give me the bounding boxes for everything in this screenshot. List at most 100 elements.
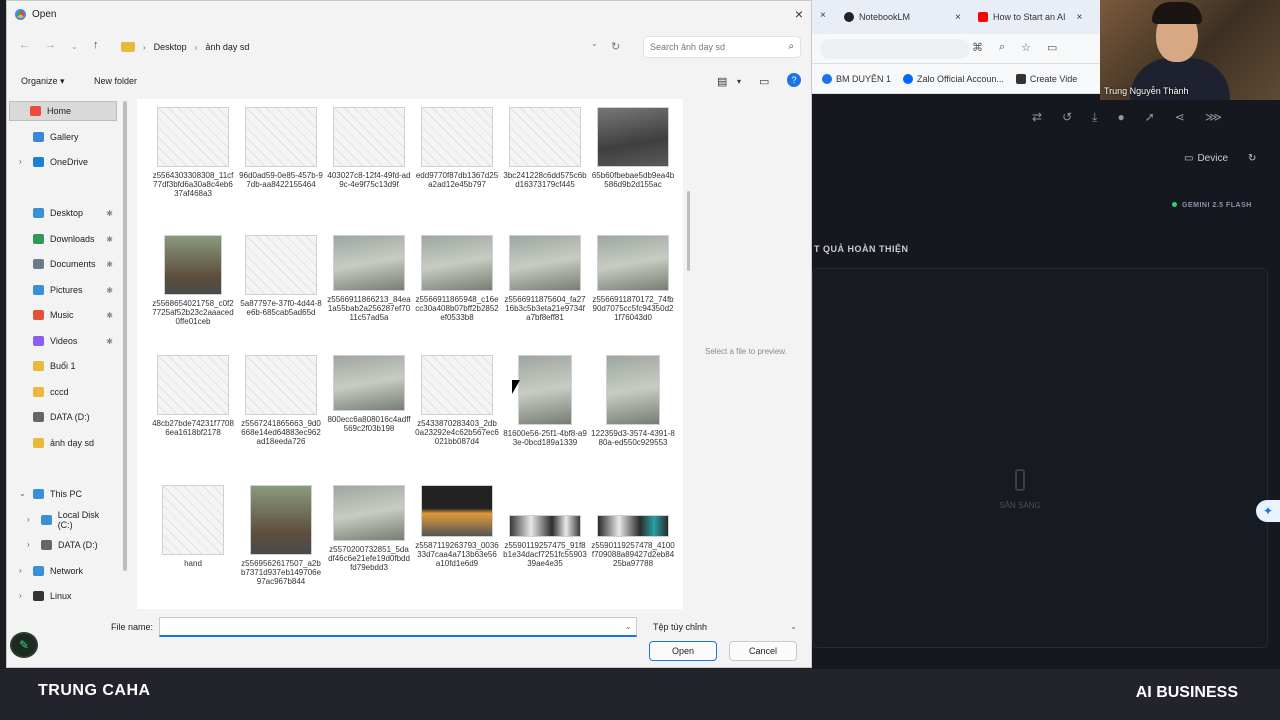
- url-field[interactable]: [820, 39, 970, 59]
- breadcrumb-desktop[interactable]: Desktop: [154, 42, 187, 52]
- recent-dropdown-icon[interactable]: ⌄: [71, 42, 78, 51]
- sidebar-item-3[interactable]: OneDrive: [33, 152, 115, 172]
- translate-icon[interactable]: ⌘: [972, 41, 983, 54]
- settings-icon[interactable]: ⋙: [1205, 110, 1222, 125]
- file-item[interactable]: 122359d3-3574-4391-880a-ed550c929553: [591, 355, 675, 447]
- file-name-input[interactable]: [159, 617, 637, 637]
- file-list-scrollbar[interactable]: [687, 191, 690, 271]
- file-type-select[interactable]: Tệp tùy chỉnh ⌄: [647, 617, 803, 637]
- sidebar-item-10[interactable]: Buổi 1: [33, 356, 115, 376]
- tab-close-icon[interactable]: ×: [820, 10, 826, 21]
- pin-icon[interactable]: ✱: [106, 235, 113, 244]
- file-item[interactable]: 5a87797e-37f0-4d44-8e6b-685cab5ad65d: [239, 235, 323, 317]
- bookmark-item[interactable]: BM DUYÊN 1: [822, 73, 891, 84]
- pin-icon[interactable]: ✱: [106, 209, 113, 218]
- chevron-down-icon[interactable]: ⌄: [591, 39, 598, 48]
- extension-icon[interactable]: ▭: [1047, 41, 1057, 54]
- sidebar-item-1[interactable]: Home: [9, 101, 117, 121]
- github-icon[interactable]: ●: [1117, 110, 1124, 125]
- sidebar-scrollbar[interactable]: [123, 101, 127, 571]
- file-item[interactable]: 48cb27bde74231f77086ea1618bf2178: [151, 355, 235, 437]
- chevron-down-icon[interactable]: ▾: [737, 77, 741, 86]
- pin-icon[interactable]: ✱: [106, 311, 113, 320]
- share-alt-icon[interactable]: ⋖: [1175, 110, 1185, 125]
- help-icon[interactable]: ?: [787, 73, 801, 87]
- file-item[interactable]: z5569562617507_a2bb7371d937eb149706e97ac…: [239, 485, 323, 586]
- breadcrumb-current[interactable]: ảnh dạy sd: [205, 42, 249, 52]
- file-item[interactable]: 3bc241228c6dd575c6bd16373179cf445: [503, 107, 587, 189]
- expand-chevron-icon[interactable]: ›: [19, 566, 22, 575]
- sidebar-item-8[interactable]: Music ✱: [33, 305, 115, 325]
- rocket-icon[interactable]: ➚: [1145, 110, 1155, 125]
- sidebar-item-16[interactable]: DATA (D:): [41, 535, 115, 555]
- expand-chevron-icon[interactable]: ›: [27, 540, 30, 549]
- tab-close-icon[interactable]: ×: [955, 12, 961, 23]
- file-item[interactable]: hand: [151, 485, 235, 568]
- share-icon[interactable]: ⇄: [1032, 110, 1042, 125]
- file-item[interactable]: edd9770f87db1367d25a2ad12e45b797: [415, 107, 499, 189]
- pin-icon[interactable]: ✱: [106, 286, 113, 295]
- tab-notebooklm[interactable]: NotebookLM ×: [838, 6, 967, 28]
- sidebar-item-6[interactable]: Documents ✱: [33, 254, 115, 274]
- file-item[interactable]: 403027c8-12f4-49fd-ad9c-4e9f75c13d9f: [327, 107, 411, 189]
- file-item[interactable]: 65b60fbebae5db9ea4b586d9b2d155ac: [591, 107, 675, 189]
- expand-chevron-icon[interactable]: ›: [19, 157, 22, 166]
- bookmark-item[interactable]: Create Vide: [1015, 73, 1077, 84]
- history-icon[interactable]: ↺: [1062, 110, 1072, 125]
- chevron-down-icon[interactable]: ⌄: [625, 622, 632, 631]
- expand-chevron-icon[interactable]: ⌄: [19, 489, 26, 498]
- cancel-button[interactable]: Cancel: [729, 641, 797, 661]
- sidebar-item-5[interactable]: Downloads ✱: [33, 229, 115, 249]
- expand-chevron-icon[interactable]: ›: [19, 591, 22, 600]
- sidebar-item-7[interactable]: Pictures ✱: [33, 280, 115, 300]
- pin-icon[interactable]: ✱: [106, 260, 113, 269]
- up-icon[interactable]: ↑: [93, 39, 99, 51]
- refresh-icon[interactable]: ↻: [1248, 153, 1256, 164]
- sidebar-item-15[interactable]: Local Disk (C:): [41, 510, 115, 530]
- sidebar-item-12[interactable]: DATA (D:): [33, 407, 115, 427]
- file-item[interactable]: z5590119257475_91f8b1e34dacf7251fc559033…: [503, 485, 587, 568]
- new-folder-button[interactable]: New folder: [94, 76, 137, 86]
- close-icon[interactable]: ×: [795, 6, 803, 22]
- sidebar-item-17[interactable]: Network: [33, 561, 115, 581]
- file-item[interactable]: z5568654021758_c0f27725af52b23c2aaaced0f…: [151, 235, 235, 326]
- view-options-icon[interactable]: ▤: [717, 75, 727, 88]
- tab-youtube[interactable]: How to Start an AI ×: [972, 6, 1088, 28]
- file-item[interactable]: z5590119257478_4100f709088a89427d2eb8425…: [591, 485, 675, 568]
- assistant-icon[interactable]: ✦: [1256, 500, 1280, 522]
- refresh-icon[interactable]: ↻: [611, 40, 620, 53]
- file-item[interactable]: z5564303308308_11cf77df3bfd6a30a8c4eb637…: [151, 107, 235, 198]
- expand-chevron-icon[interactable]: ›: [27, 515, 30, 524]
- tab-close-icon[interactable]: ×: [1077, 12, 1083, 23]
- address-breadcrumb[interactable]: › Desktop › ảnh dạy sd ⌄: [121, 36, 603, 58]
- file-item[interactable]: z5433870283403_2db0a23292e4c62b567ec6021…: [415, 355, 499, 446]
- edit-icon[interactable]: ✎: [10, 632, 38, 658]
- file-item[interactable]: z5566911865948_c16ecc30a408b07bff2b2852e…: [415, 235, 499, 322]
- sidebar-item-2[interactable]: Gallery: [33, 127, 115, 147]
- back-icon[interactable]: ←: [19, 39, 30, 51]
- sidebar-item-14[interactable]: This PC: [33, 484, 115, 504]
- file-item[interactable]: z5566911870172_74fb90d7075cc5fc94350d21f…: [591, 235, 675, 322]
- bookmark-item[interactable]: Zalo Official Accoun...: [903, 73, 1004, 84]
- device-button[interactable]: ▭ Device ↻: [1184, 153, 1256, 164]
- sidebar-item-4[interactable]: Desktop ✱: [33, 203, 115, 223]
- file-item[interactable]: 96d0ad59-0e85-457b-97db-aa8422155464: [239, 107, 323, 189]
- file-item[interactable]: z5570200732851_5dadf46c6e21efe19d0fbddfd…: [327, 485, 411, 572]
- organize-button[interactable]: Organize ▾: [21, 76, 65, 87]
- star-icon[interactable]: ☆: [1021, 41, 1031, 54]
- download-icon[interactable]: ⤓: [1092, 110, 1097, 125]
- file-item[interactable]: z5567241865663_9d0668e14ed64883ec962ad18…: [239, 355, 323, 446]
- search-input[interactable]: Search ảnh dạy sd ⌕: [643, 36, 801, 58]
- file-item[interactable]: z5566911866213_84ea1a55bab2a256287ef7011…: [327, 235, 411, 322]
- file-item[interactable]: z5566911875604_fa2716b3c5b3eta21e9734fa7…: [503, 235, 587, 322]
- sidebar-item-13[interactable]: ảnh dạy sd: [33, 433, 115, 453]
- sidebar-item-18[interactable]: Linux: [33, 586, 115, 606]
- file-item[interactable]: z5587119263793_003633d7caa4a713b63e56a10…: [415, 485, 499, 568]
- pin-icon[interactable]: ✱: [106, 337, 113, 346]
- forward-icon[interactable]: →: [45, 39, 56, 51]
- zoom-icon[interactable]: ⌕: [999, 41, 1005, 54]
- file-item[interactable]: 800ecc6a808016c4adff569c2f03b198: [327, 355, 411, 433]
- open-button[interactable]: Open: [649, 641, 717, 661]
- sidebar-item-11[interactable]: cccd: [33, 382, 115, 402]
- file-item[interactable]: 81600e56-25f1-4bf8-a93e-0bcd189a1339: [503, 355, 587, 447]
